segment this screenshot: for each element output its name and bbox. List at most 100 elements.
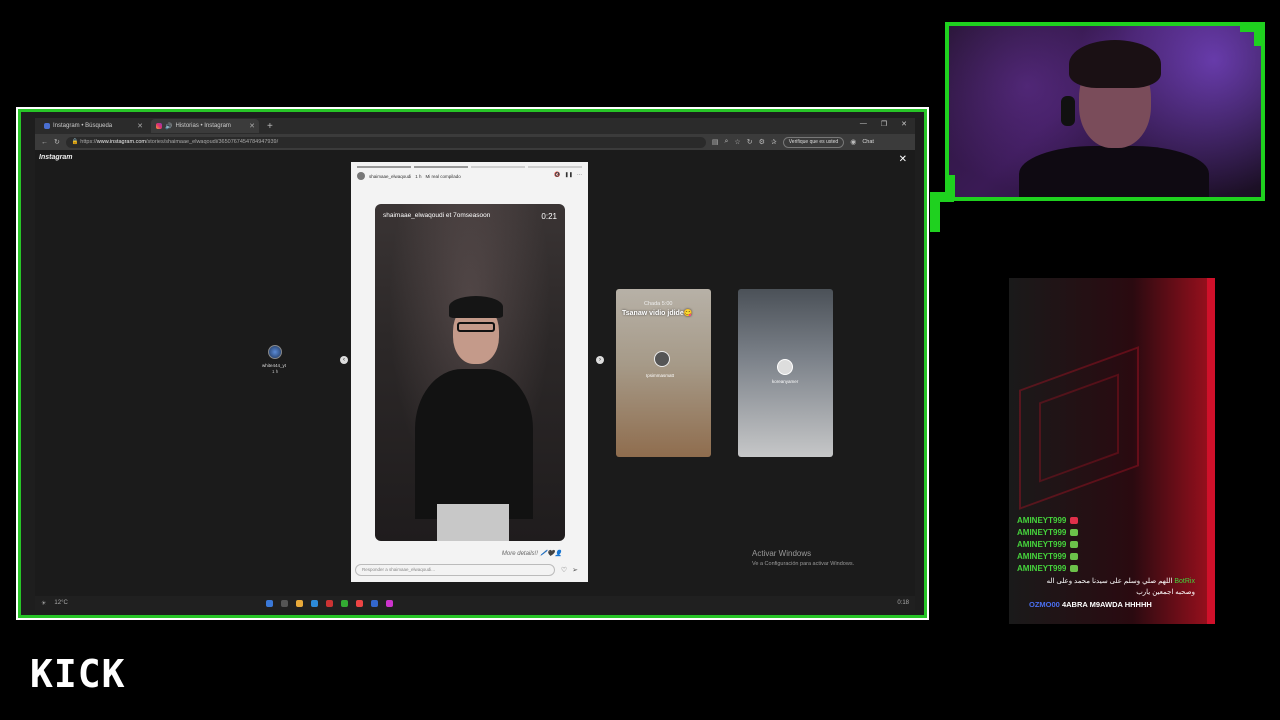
- chat-username[interactable]: AMINEYT999: [1017, 540, 1066, 549]
- send-icon[interactable]: ➢: [572, 566, 578, 574]
- url-host: www.instagram.com: [96, 138, 146, 145]
- url-prefix: https://: [80, 138, 97, 145]
- chat-username[interactable]: AMINEYT999: [1017, 564, 1066, 573]
- avatar: [268, 345, 282, 359]
- next-story-preview[interactable]: koreanyamer: [738, 289, 833, 457]
- favorites-icon[interactable]: ✰: [771, 138, 777, 146]
- windows-activation-watermark: Activar Windows Ve a Configuración para …: [752, 549, 854, 567]
- avatar[interactable]: [357, 172, 365, 180]
- chat-username[interactable]: BotRix: [1174, 578, 1195, 585]
- avatar: [777, 359, 793, 375]
- close-icon[interactable]: ✕: [899, 154, 907, 165]
- activation-title: Activar Windows: [752, 549, 812, 558]
- story-progress-bars: [357, 166, 582, 168]
- instagram-favicon-icon: [44, 123, 50, 129]
- app-icon[interactable]: [340, 599, 348, 607]
- new-tab-button[interactable]: +: [267, 121, 273, 132]
- app-icon[interactable]: [325, 599, 333, 607]
- window-controls: — ❐ ✕: [860, 120, 907, 128]
- emote-icon: [1070, 529, 1079, 537]
- edge-icon[interactable]: [310, 599, 318, 607]
- next-story-preview[interactable]: Chada 5:00 Tsanaw vidio jdide😋 Ipsimmasm…: [616, 289, 711, 457]
- tab-label: Historias • Instagram: [175, 123, 231, 129]
- current-story-card: shaimaae_elwaqoudi 1 h Mi real compilado…: [351, 162, 588, 582]
- close-tab-icon[interactable]: ✕: [249, 122, 255, 130]
- chat-message: AMINEYT999: [1017, 540, 1207, 549]
- chat-button[interactable]: Chat: [862, 139, 874, 145]
- file-explorer-icon[interactable]: [295, 599, 303, 607]
- emote-icon: [1070, 553, 1079, 561]
- extensions-icon[interactable]: ⚙: [759, 138, 765, 146]
- tab-instagram-search[interactable]: Instagram • Búsqueda ✕: [39, 119, 147, 133]
- app-icon[interactable]: [385, 599, 393, 607]
- instagram-logo[interactable]: Instagram: [39, 154, 72, 161]
- progress-segment: [414, 166, 468, 168]
- refresh-icon[interactable]: ↻: [747, 138, 753, 146]
- story-time: 1 h: [415, 173, 422, 179]
- story-video[interactable]: shaimaae_elwaqoudi et 7omseasoon 0:21: [375, 204, 565, 541]
- weather-icon[interactable]: ☀: [41, 600, 46, 607]
- reply-input[interactable]: Responder a shaimaae_elwaqoudi...: [355, 564, 555, 576]
- video-timestamp: 0:21: [541, 212, 557, 221]
- minimize-icon[interactable]: —: [860, 120, 867, 128]
- chrome-icon[interactable]: [355, 599, 363, 607]
- close-tab-icon[interactable]: ✕: [137, 122, 143, 130]
- story-controls: 🔇 ❚❚ ⋯: [554, 172, 582, 178]
- tab-instagram-stories[interactable]: 🔊 Historias • Instagram ✕: [151, 119, 259, 133]
- next-story-button[interactable]: ›: [596, 356, 604, 364]
- progress-segment: [357, 166, 411, 168]
- reader-icon[interactable]: ▤: [712, 138, 719, 146]
- more-options-icon[interactable]: ⋯: [577, 172, 582, 178]
- chat-username[interactable]: AMINEYT999: [1017, 552, 1066, 561]
- app-icon[interactable]: [370, 599, 378, 607]
- story-header: shaimaae_elwaqoudi 1 h Mi real compilado: [357, 172, 461, 180]
- chat-username[interactable]: AMINEYT999: [1017, 528, 1066, 537]
- story-username: koreanyamer: [772, 379, 799, 384]
- browser-address-bar: ← ↻ 🔒 https://www.instagram.com/stories/…: [35, 134, 915, 150]
- video-caption: shaimaae_elwaqoudi et 7omseasoon: [383, 212, 491, 219]
- url-path: /stories/shaimaae_elwaqoudi/365076745478…: [146, 138, 279, 145]
- close-window-icon[interactable]: ✕: [901, 120, 907, 128]
- streamer-body: [1019, 146, 1209, 197]
- browser-tab-bar: Instagram • Búsqueda ✕ 🔊 Historias • Ins…: [35, 118, 915, 134]
- webcam-overlay: [945, 22, 1265, 201]
- zoom-icon[interactable]: ⌕: [725, 138, 729, 146]
- story-username[interactable]: shaimaae_elwaqoudi: [369, 174, 411, 179]
- reply-actions: ♡ ➢: [561, 566, 578, 574]
- copilot-icon[interactable]: ◉: [850, 138, 856, 146]
- verify-profile-button[interactable]: Verifique que es usted: [782, 136, 845, 148]
- chat-message: AMINEYT999: [1017, 564, 1207, 573]
- chat-username[interactable]: OZMO00: [1029, 600, 1060, 609]
- previous-story-button[interactable]: ‹: [340, 356, 348, 364]
- mute-icon[interactable]: 🔇: [554, 172, 560, 178]
- weather-temp[interactable]: 12°C: [54, 600, 67, 606]
- chat-username[interactable]: AMINEYT999: [1017, 516, 1066, 525]
- taskbar-clock[interactable]: 0:18: [897, 600, 909, 606]
- streamer-hair: [1069, 40, 1161, 88]
- headset-icon: [1061, 96, 1075, 126]
- favorite-icon[interactable]: ☆: [734, 138, 740, 146]
- refresh-icon[interactable]: ↻: [54, 138, 60, 146]
- chat-message-text: اللهم صلي وسلم على سيدنا محمد وعلى اله: [1046, 578, 1173, 585]
- story-username: white444_yt: [262, 363, 287, 368]
- story-time: 1 h: [272, 369, 279, 374]
- pause-icon[interactable]: ❚❚: [565, 172, 573, 178]
- heart-icon[interactable]: ♡: [561, 566, 567, 574]
- start-icon[interactable]: [265, 599, 273, 607]
- story-audio[interactable]: Mi real compilado: [426, 174, 461, 179]
- restore-icon[interactable]: ❐: [881, 120, 887, 128]
- search-icon[interactable]: [280, 599, 288, 607]
- chat-messages: AMINEYT999 AMINEYT999 AMINEYT999 AMINEYT…: [1017, 516, 1207, 609]
- emote-icon: [1070, 517, 1079, 525]
- emote-icon: [1070, 541, 1079, 549]
- chat-overlay: AMINEYT999 AMINEYT999 AMINEYT999 AMINEYT…: [1009, 278, 1215, 624]
- video-subject-glasses: [457, 322, 495, 332]
- instagram-favicon-icon: [156, 123, 162, 129]
- story-username: Ipsimmasmatt: [646, 373, 675, 378]
- url-input[interactable]: 🔒 https://www.instagram.com/stories/shai…: [65, 136, 706, 148]
- chat-message: AMINEYT999: [1017, 552, 1207, 561]
- previous-story-preview[interactable]: white444_yt 1 h: [234, 315, 320, 435]
- screen-capture: Instagram • Búsqueda ✕ 🔊 Historias • Ins…: [18, 109, 927, 618]
- kick-logo: KICK: [30, 652, 126, 696]
- back-icon[interactable]: ←: [41, 139, 48, 146]
